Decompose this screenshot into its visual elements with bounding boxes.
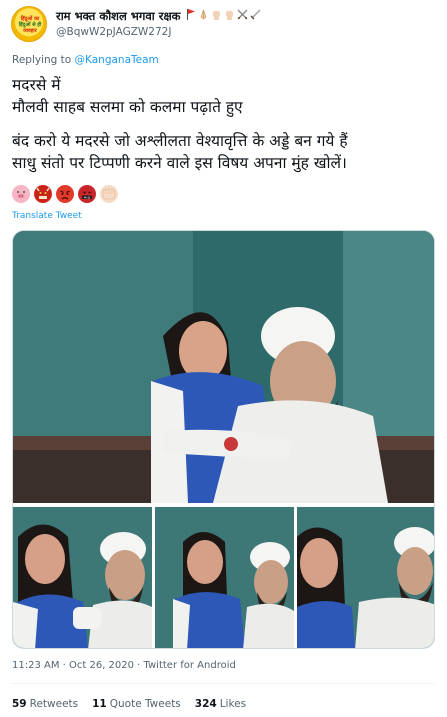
replying-prefix: Replying to (12, 54, 72, 66)
name-emojis (185, 8, 262, 24)
raised-fist-icon (211, 9, 223, 24)
main-photo[interactable] (13, 231, 434, 503)
ogre-icon (34, 185, 52, 203)
media-grid (12, 230, 435, 649)
folded-hands-icon (198, 8, 210, 24)
trailing-emoji-row: #!@ (12, 185, 118, 203)
cursing-face-icon: #!@ (78, 185, 96, 203)
retweets-stat[interactable]: 59 Retweets (12, 698, 78, 710)
avatar[interactable]: हिंदुओं का हिंदुओं से ही व्यवहार (11, 6, 47, 42)
quotes-label: Quote Tweets (109, 698, 181, 710)
translate-tweet-link[interactable]: Translate Tweet (12, 211, 82, 221)
thumbnail-photo-3[interactable] (297, 507, 434, 648)
likes-label: Likes (219, 698, 247, 710)
tweet-header: हिंदुओं का हिंदुओं से ही व्यवहार राम भक्… (11, 6, 441, 42)
quote-tweets-stat[interactable]: 11 Quote Tweets (92, 698, 181, 710)
tweet-stats: 59 Retweets 11 Quote Tweets 324 Likes (12, 698, 246, 710)
retweets-label: Retweets (29, 698, 79, 710)
tweet-line: साधु संतो पर टिप्पणी करने वाले इस विषय अ… (12, 154, 347, 172)
fist-icon (100, 185, 118, 203)
tweet-line: मौलवी साहब सलमा को कलमा पढ़ाते हुए (12, 98, 243, 116)
tweet-timestamp[interactable]: 11:23 AM · Oct 26, 2020 · Twitter for An… (12, 660, 236, 671)
avatar-text-3: व्यवहार (23, 28, 37, 34)
thumbnail-photo-1[interactable] (13, 507, 152, 648)
likes-stat[interactable]: 324 Likes (195, 698, 246, 710)
user-handle[interactable]: @BqwW2pJAGZW272J (56, 26, 171, 38)
display-name[interactable]: राम भक्त कौशल भगवा रक्षक (56, 9, 181, 24)
thumbnail-photo-2[interactable] (155, 507, 294, 648)
replying-to: Replying to @KanganaTeam (12, 54, 159, 66)
tweet-line: बंद करो ये मदरसे जो अश्लीलता वेश्यावृत्त… (12, 132, 348, 150)
dagger-icon (250, 9, 262, 24)
name-row: राम भक्त कौशल भगवा रक्षक (56, 8, 262, 24)
likes-count: 324 (194, 698, 217, 710)
quotes-count: 11 (92, 698, 107, 710)
retweets-count: 59 (12, 698, 27, 710)
mention-link[interactable]: @KanganaTeam (75, 54, 159, 66)
crossed-swords-icon (237, 9, 249, 24)
pig-face-icon (12, 185, 30, 203)
divider (12, 683, 435, 684)
raised-fist-icon (224, 9, 236, 24)
tweet-text: मदरसे में मौलवी साहब सलमा को कलमा पढ़ाते… (12, 74, 437, 174)
red-flag-icon (185, 8, 197, 24)
angry-face-icon (56, 185, 74, 203)
svg-text:#!@: #!@ (84, 195, 91, 199)
tweet-line: मदरसे में (12, 76, 61, 94)
